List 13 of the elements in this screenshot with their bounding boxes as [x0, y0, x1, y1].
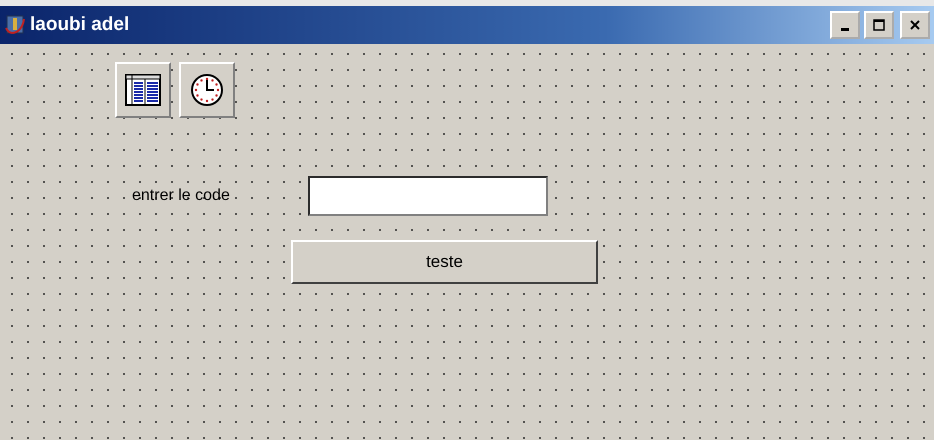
window-title: laoubi adel — [30, 14, 130, 36]
code-label: entrer le code — [132, 187, 231, 205]
teste-button[interactable]: teste — [291, 240, 598, 284]
code-input-field[interactable] — [308, 176, 548, 216]
close-icon — [909, 19, 921, 31]
app-icon — [4, 14, 26, 36]
close-button[interactable] — [900, 11, 930, 39]
minimize-button[interactable] — [830, 11, 860, 39]
maximize-button[interactable] — [864, 11, 894, 39]
minimize-icon — [841, 28, 849, 30]
clock-icon[interactable] — [179, 62, 235, 118]
grid-component-icon[interactable] — [115, 62, 171, 118]
maximize-icon — [873, 19, 885, 31]
